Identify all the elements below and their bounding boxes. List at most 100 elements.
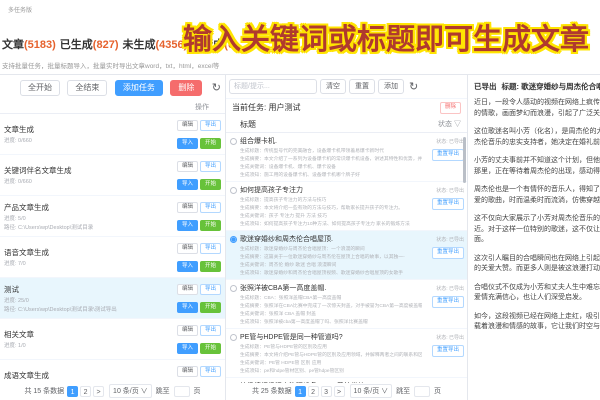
reset-export-button[interactable]: 重置导出 [431,198,464,210]
task-info: 产品文章生成 进度: 5/0 路径: C:\Users\wp\Desktop\测… [4,202,93,231]
jump-page-input[interactable] [173,385,190,397]
jump-label: 跳至 [396,387,411,395]
page-button[interactable]: 2 [80,385,92,397]
page-button[interactable]: 2 [307,385,319,397]
reset-export-button[interactable]: 重置导出 [431,247,464,259]
export-button[interactable]: 导出 [199,242,221,255]
title-item[interactable]: 组合爆卡机. 生成标题：传统型号代的完美融合，设备爆卡机带领着易爆卡新时代 生成… [226,133,467,182]
import-button[interactable]: 导入 [176,178,198,191]
stat-item: 未生成(4356) [122,39,187,51]
clear-button[interactable]: 清空 [320,79,346,94]
radio-button[interactable] [230,235,237,243]
radio-button[interactable] [230,333,237,341]
page-button[interactable]: 1 [67,385,79,397]
start-button[interactable]: 开始 [199,219,221,232]
export-button[interactable]: 导出 [199,201,221,214]
stat-item: 文章(5183) [2,39,56,51]
edit-button[interactable]: 编辑 [176,119,198,132]
radio-button[interactable] [230,186,237,194]
task-export-path: 路径: C:\Users\wp\Desktop\测试目录\测试导出 [4,306,117,313]
status-badge: 状态: 已导出 [436,138,464,145]
add-task-button[interactable]: 添加任务 [114,79,163,96]
title-item[interactable]: 如何提高孩子专注力 生成标题：提高孩子专注力的方法与技巧 生成摘要：本文将介绍一… [226,182,467,231]
task-buttons: 编辑导出 导入开始 [169,362,221,380]
start-button[interactable]: 开始 [199,260,221,273]
stat-value: (827) [92,39,119,51]
start-button[interactable]: 开始 [199,301,221,314]
status-filter[interactable]: 状态 ▽ [438,119,461,130]
titles-column-header: 标题 状态 ▽ [226,117,467,133]
title-item-actions: 状态: 已导出 重置导出 [422,185,464,227]
task-row[interactable]: 语音文章生成 进度: 7/0 编辑 导出 导入 开始 [0,237,225,278]
refresh-icon[interactable]: ↻ [409,80,418,93]
reset-button[interactable]: 重置 [349,79,375,94]
reset-export-button[interactable]: 重置导出 [431,345,464,357]
generated-meta-abstract: 生成摘要：本文将介绍一些有效的方法与技巧，帮助家长提升孩子的专注力。 [240,205,404,211]
start-button[interactable]: 开始 [199,342,221,355]
edit-button[interactable]: 编辑 [176,242,198,255]
stat-label: 文章 [2,39,24,51]
import-button[interactable]: 导入 [176,137,198,150]
task-buttons: 编辑导出 导入开始 [169,239,221,275]
task-title: 关键词伴名文章生成 [4,166,72,175]
import-button[interactable]: 导入 [176,342,198,355]
import-button[interactable]: 导入 [176,260,198,273]
start-button[interactable]: 开始 [199,137,221,150]
generated-meta-title: 生成标题：PE管与HDPE管的区别及应用 [240,344,327,350]
page-button[interactable]: > [333,385,345,397]
status-badge: 状态: 已导出 [436,334,464,341]
title-item[interactable]: 垃圾填埋场污水治理设备DTRO系统优势 生成标题：DTRO系统：垃圾填埋场污水治… [226,378,467,383]
edit-button[interactable]: 编辑 [176,324,198,337]
scrollbar[interactable] [463,137,466,183]
title-item-body: 组合爆卡机. 生成标题：传统型号代的完美融合，设备爆卡机带领着易爆卡新时代 生成… [240,136,422,178]
task-export-path: 路径: C:\Users\wp\Desktop\测试目录 [4,224,94,231]
edit-button[interactable]: 编辑 [176,201,198,214]
task-row[interactable]: 测试 进度: 25/0 路径: C:\Users\wp\Desktop\测试目录… [0,278,225,319]
jump-page-input[interactable] [414,385,431,397]
radio-button[interactable] [230,137,237,145]
title-item-actions: 状态: 已导出 重置导出 [422,283,464,325]
export-button[interactable]: 导出 [199,160,221,173]
task-pagination: 共 15 条数据 1 2 > 10 条/页 ∨ 跳至 页 [0,384,225,398]
start-button[interactable]: 开始 [199,178,221,191]
article-preview-panel: 已导出标题: 歌迷穿婚纱与周杰伦合唱屋顶：一个资深的粉丝 近日，一段令人感动的视… [468,75,600,400]
edit-button[interactable]: 编辑 [176,283,198,296]
page-button[interactable]: 3 [320,385,332,397]
task-title: 相关文章 [4,330,34,339]
import-button[interactable]: 导入 [176,301,198,314]
page-button[interactable]: 1 [294,385,306,397]
reset-export-button[interactable]: 重置导出 [431,296,464,308]
delete-task-button[interactable]: 删除 [170,79,203,96]
start-all-button[interactable]: 全开始 [19,79,60,96]
task-row[interactable]: 相关文章 进度: 1/0 编辑 导出 导入 开始 [0,319,225,360]
title-item[interactable]: PE管与HDPE管是同一种管道吗? 生成标题：PE管与HDPE管的区别及应用 生… [226,329,467,378]
title-item-body: 张照洋被CBA第一高度盖帽. 生成标题：CBA：张照洋盖帽CBA第一高度盖帽 生… [240,283,422,325]
export-button[interactable]: 导出 [199,283,221,296]
refresh-icon[interactable]: ↻ [212,81,221,94]
export-button[interactable]: 导出 [199,365,221,378]
page-label: 页 [434,387,442,395]
export-button[interactable]: 导出 [199,119,221,132]
title-item-body: 如何提高孩子专注力 生成标题：提高孩子专注力的方法与技巧 生成摘要：本文将介绍一… [240,185,422,227]
task-row[interactable]: 关键词伴名文章生成 进度: 0/660 编辑 导出 导入 开始 [0,155,225,196]
task-row[interactable]: 成语文章生成 进度: 0/660 编辑导出 导入开始 [0,360,225,380]
title-item[interactable]: 张照洋被CBA第一高度盖帽. 生成标题：CBA：张照洋盖帽CBA第一高度盖帽 生… [226,280,467,329]
stat-label: 已生成 [59,39,93,51]
per-page-select[interactable]: 10 条/页 ∨ [349,384,393,398]
per-page-select[interactable]: 10 条/页 ∨ [109,384,152,398]
add-title-button[interactable]: 添加 [378,79,404,94]
title-item[interactable]: 歌迷穿婚纱和周杰伦合唱屋顶. 生成标题：歌迷穿婚纱与周杰伦合唱屋顶：一个浪漫的瞬… [226,230,467,280]
export-button[interactable]: 导出 [199,324,221,337]
end-all-button[interactable]: 全结束 [67,79,108,96]
edit-button[interactable]: 编辑 [176,365,198,378]
delete-title-button[interactable]: 删除 [439,102,461,114]
radio-button[interactable] [230,284,237,292]
task-buttons: 编辑导出 导入开始 [169,321,221,357]
edit-button[interactable]: 编辑 [176,160,198,173]
reset-export-button[interactable]: 重置导出 [431,149,464,161]
page-button[interactable]: > [93,385,105,397]
task-row[interactable]: 产品文章生成 进度: 5/0 路径: C:\Users\wp\Desktop\测… [0,196,225,237]
task-row[interactable]: 文章生成 进度: 0/660 编辑 导出 导入 开始 [0,114,225,155]
search-input[interactable] [229,79,317,94]
import-button[interactable]: 导入 [176,219,198,232]
